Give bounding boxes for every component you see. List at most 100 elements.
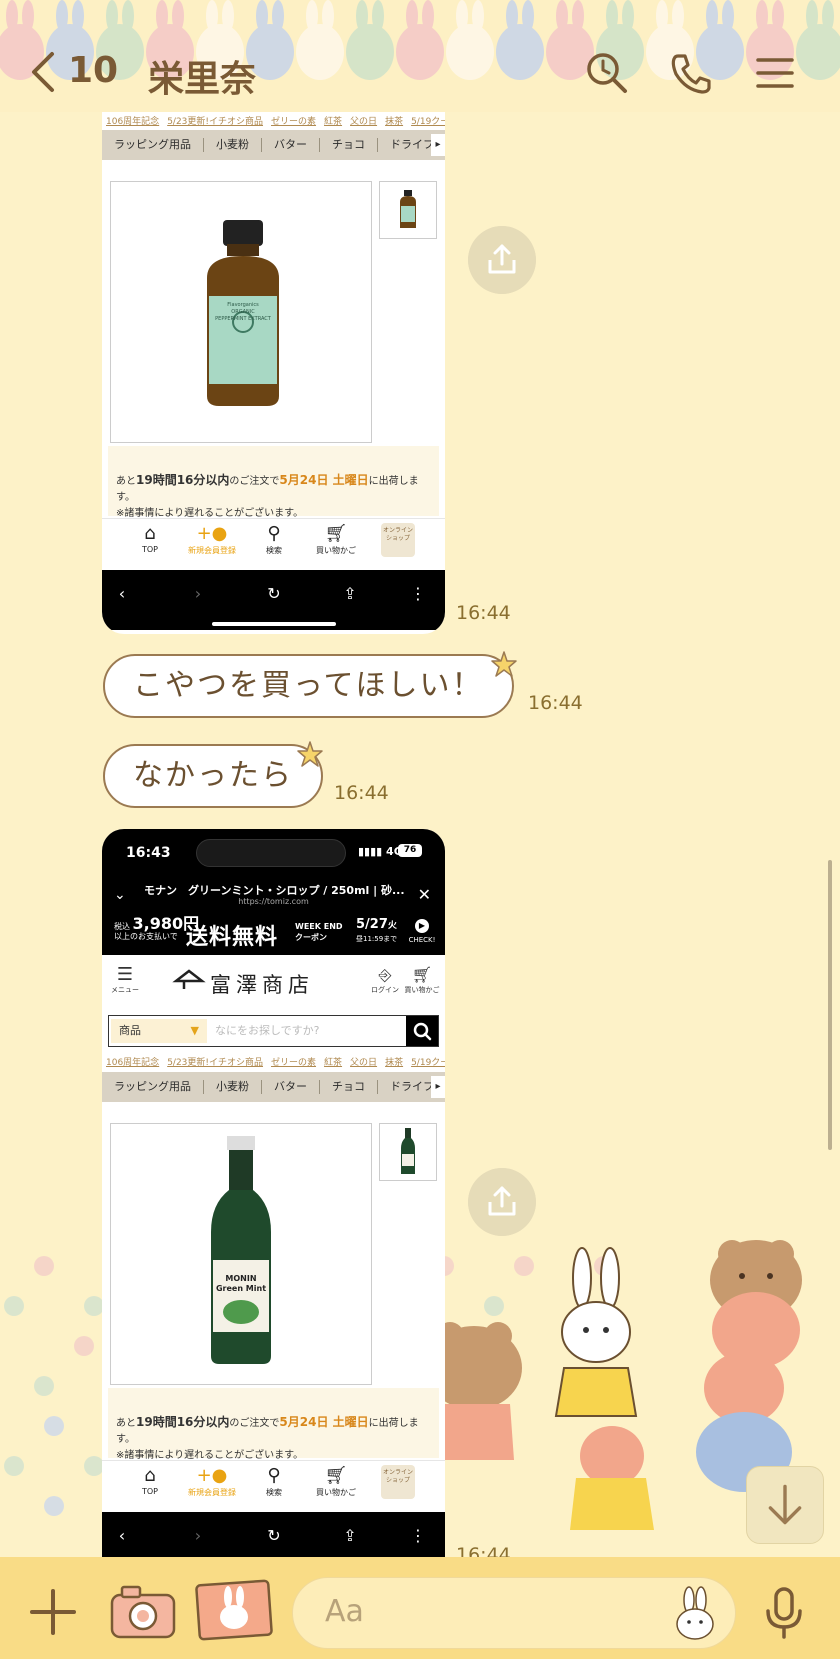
back-chevron-icon[interactable]	[28, 50, 58, 94]
pig-character	[570, 1426, 654, 1530]
category-item[interactable]: チョコ	[320, 1080, 378, 1094]
store-name[interactable]: 富澤商店	[210, 969, 314, 999]
link-item[interactable]: 5/23更新!イチオシ商品	[167, 1058, 263, 1068]
search-icon: ⚲	[267, 1465, 281, 1486]
more-icon[interactable]: ⋮	[408, 1526, 428, 1546]
camera-icon[interactable]	[108, 1581, 178, 1643]
link-item[interactable]: 5/19クーポ	[411, 1058, 445, 1068]
promo-check[interactable]: ▶ CHECK!	[404, 919, 440, 945]
browser-back-icon[interactable]: ‹	[112, 584, 132, 604]
nav-cart[interactable]: 🛒︎ 買い物かご	[306, 1465, 366, 1498]
product-thumbnail[interactable]	[379, 1123, 437, 1181]
category-item[interactable]: バター	[262, 138, 320, 152]
ship-mid: のご注文で	[229, 476, 280, 487]
plus-icon[interactable]	[28, 1587, 78, 1637]
share-icon[interactable]	[468, 226, 536, 294]
ship-mid: のご注文で	[229, 1418, 280, 1429]
image-message-screenshot-2[interactable]: 16:43 ▮▮▮▮ 4G 76 ⌄ モナン グリーンミント・シロップ / 25…	[102, 829, 445, 1559]
link-item[interactable]: 106周年記念	[106, 117, 159, 127]
nav-online-shop[interactable]: オンラインショップ	[368, 523, 428, 557]
promo-tag-line: クーポン	[295, 933, 327, 942]
star-icon	[491, 651, 517, 677]
play-icon: ▶	[415, 919, 429, 933]
category-scroll-arrow[interactable]: ▸	[431, 134, 445, 156]
nav-online-shop[interactable]: オンラインショップ	[368, 1465, 428, 1499]
nav-label: 買い物かご	[316, 546, 356, 555]
search-category-select[interactable]: 商品 ▼	[111, 1019, 207, 1043]
search-icon[interactable]	[406, 1016, 438, 1046]
link-item[interactable]: 抹茶	[385, 117, 403, 127]
category-item[interactable]: バター	[262, 1080, 320, 1094]
cart-button[interactable]: 🛒︎ 買い物かご	[404, 965, 440, 995]
browser-back-icon[interactable]: ‹	[112, 1526, 132, 1546]
nav-register[interactable]: +● 新規会員登録	[182, 1465, 242, 1498]
category-item[interactable]: ラッピング用品	[102, 1080, 204, 1094]
link-item[interactable]: 父の日	[350, 1058, 377, 1068]
link-item[interactable]: 106周年記念	[106, 1058, 159, 1068]
miffy-character	[554, 1247, 638, 1417]
emoji-bunny-icon[interactable]	[669, 1586, 721, 1642]
link-item[interactable]: 父の日	[350, 117, 377, 127]
unread-count[interactable]: 10	[68, 50, 118, 91]
nav-search[interactable]: ⚲ 検索	[244, 1465, 304, 1498]
scroll-down-icon[interactable]	[746, 1466, 824, 1544]
message-bubble[interactable]: なかったら	[103, 744, 323, 808]
message-bubble[interactable]: こやつを買ってほしい！	[103, 654, 514, 718]
nav-top[interactable]: ⌂ TOP	[120, 523, 180, 554]
link-item[interactable]: ゼリーの素	[271, 1058, 316, 1068]
site-menu-button[interactable]: ☰ メニュー	[110, 965, 140, 995]
shipping-notice: あと19時間16分以内のご注文で5月24日 土曜日に出荷します。 ※諸事情により…	[108, 446, 439, 519]
more-icon[interactable]: ⋮	[408, 584, 428, 604]
nav-label: TOP	[141, 545, 158, 554]
home-indicator	[212, 622, 336, 626]
product-label: MONIN Green Mint	[215, 1274, 267, 1293]
product-thumbnail[interactable]	[379, 181, 437, 239]
browser-forward-icon[interactable]: ›	[188, 584, 208, 604]
login-button[interactable]: ⎆ ログイン	[370, 965, 400, 995]
page-url[interactable]: https://tomiz.com	[102, 897, 445, 906]
shipping-notice: あと19時間16分以内のご注文で5月24日 土曜日に出荷します。 ※諸事情により…	[108, 1388, 439, 1461]
message-input-placeholder: Aa	[325, 1594, 364, 1629]
link-bar: 106周年記念 5/23更新!イチオシ商品ゼリーの素紅茶父の日抹茶 5/19クーポ	[102, 1055, 445, 1069]
product-image: MONIN Green Mint	[110, 1123, 372, 1385]
image-message-screenshot-1[interactable]: 106周年記念5/23更新!イチオシ商品ゼリーの素紅茶父の日抹茶5/19クーポ …	[102, 112, 445, 634]
menu-icon[interactable]	[752, 50, 798, 96]
category-item[interactable]: ラッピング用品	[102, 138, 204, 152]
chat-scrollbar[interactable]	[828, 860, 832, 1150]
link-item[interactable]: 5/19クーポ	[411, 117, 445, 127]
phone-icon[interactable]	[668, 50, 714, 96]
message-timestamp: 16:44	[334, 782, 389, 804]
browser-share-icon[interactable]: ⇪	[340, 584, 360, 604]
nav-register[interactable]: +● 新規会員登録	[182, 523, 242, 556]
browser-forward-icon[interactable]: ›	[188, 1526, 208, 1546]
promo-banner[interactable]: 税込 3,980円 以上のお支払いで 送料無料 WEEK END クーポン 5/27…	[102, 913, 445, 955]
reload-icon[interactable]: ↻	[264, 584, 284, 604]
category-item[interactable]: 小麦粉	[204, 1080, 262, 1094]
share-icon[interactable]	[468, 1168, 536, 1236]
ship-time: 19時間16分以内	[136, 1415, 230, 1429]
search-icon[interactable]	[584, 50, 630, 96]
syrup-bottle-image	[211, 1136, 271, 1364]
link-item[interactable]: 紅茶	[324, 117, 342, 127]
browser-share-icon[interactable]: ⇪	[340, 1526, 360, 1546]
link-item[interactable]: 紅茶	[324, 1058, 342, 1068]
site-search-input[interactable]: なにをお探しですか?	[215, 1016, 320, 1046]
sticker-icon[interactable]	[194, 1577, 274, 1643]
link-item[interactable]: 5/23更新!イチオシ商品	[167, 117, 263, 127]
category-scroll-arrow[interactable]: ▸	[431, 1076, 445, 1098]
status-time: 16:43	[126, 845, 171, 861]
category-item[interactable]: 小麦粉	[204, 138, 262, 152]
reload-icon[interactable]: ↻	[264, 1526, 284, 1546]
cart-icon: 🛒︎	[411, 965, 433, 984]
nav-search[interactable]: ⚲ 検索	[244, 523, 304, 556]
close-icon[interactable]: ✕	[418, 885, 431, 904]
category-bar: ラッピング用品 小麦粉 バター チョコ ドライフルーツ ▸	[102, 1072, 445, 1102]
nav-top[interactable]: ⌂ TOP	[120, 1465, 180, 1496]
category-item[interactable]: チョコ	[320, 138, 378, 152]
nav-cart[interactable]: 🛒︎ 買い物かご	[306, 523, 366, 556]
message-input[interactable]: Aa	[292, 1577, 736, 1649]
link-item[interactable]: ゼリーの素	[271, 117, 316, 127]
hamburger-icon: ☰	[116, 964, 134, 985]
microphone-icon[interactable]	[762, 1585, 806, 1641]
link-item[interactable]: 抹茶	[385, 1058, 403, 1068]
